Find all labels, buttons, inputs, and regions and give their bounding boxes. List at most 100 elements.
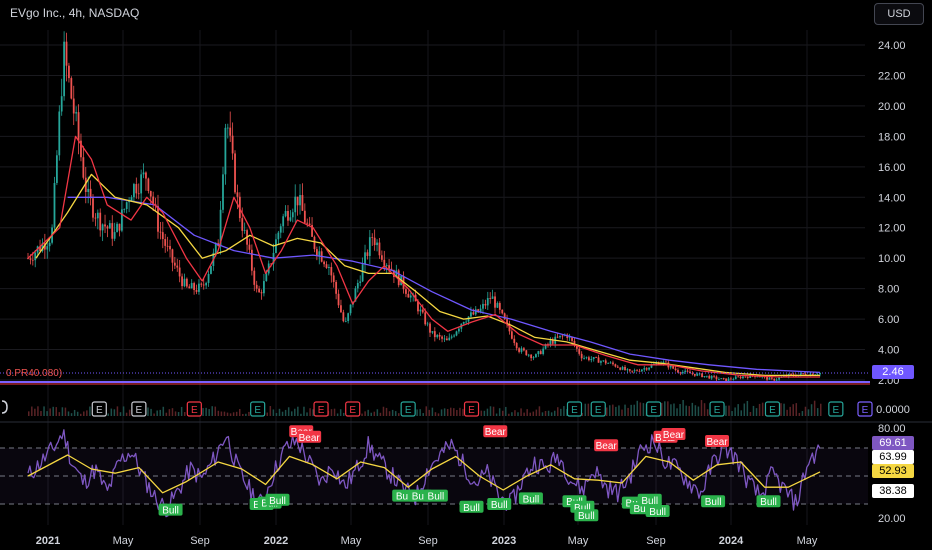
volume-bar xyxy=(208,409,210,416)
volume-bar xyxy=(79,413,82,416)
candle-body xyxy=(674,368,677,371)
candle-body xyxy=(619,367,622,370)
earnings-marker-label: E xyxy=(136,405,143,416)
candle-body xyxy=(296,196,299,206)
candle-body xyxy=(342,312,345,322)
candle-body xyxy=(705,375,708,377)
candle-body xyxy=(501,309,504,314)
candle-body xyxy=(600,361,602,363)
earnings-marker-label: E xyxy=(650,405,657,416)
candle-body xyxy=(602,360,605,362)
candle-body xyxy=(708,375,711,379)
candle-body xyxy=(590,359,593,361)
candle-body xyxy=(669,365,672,368)
price-chart[interactable]: 24.00 22.00 20.00 18.00 16.00 14.00 12.00 10.00… xyxy=(0,0,932,550)
volume-bar xyxy=(370,412,372,416)
volume-bar xyxy=(505,406,507,416)
chart-title[interactable]: EVgo Inc., 4h, NASDAQ xyxy=(10,6,139,20)
earnings-marker-label: E xyxy=(191,405,198,416)
volume-bar xyxy=(725,405,727,416)
volume-bar xyxy=(330,409,333,416)
volume-bar xyxy=(697,406,700,416)
candle-body xyxy=(580,353,583,359)
volume-bar xyxy=(235,411,238,416)
volume-bar xyxy=(28,411,30,416)
volume-bar xyxy=(425,406,428,416)
volume-bar xyxy=(242,413,244,416)
candle-body xyxy=(111,223,114,239)
candle-body xyxy=(118,223,121,231)
earnings-marker-label: E xyxy=(96,405,103,416)
candle-body xyxy=(677,370,679,373)
volume-bar xyxy=(46,411,48,416)
volume-bar xyxy=(379,412,382,416)
candle-body xyxy=(123,209,126,210)
candle-body xyxy=(407,293,410,298)
candle-body xyxy=(462,321,465,324)
candle-body xyxy=(597,357,600,363)
candle-body xyxy=(713,375,715,377)
volume-bar xyxy=(480,410,483,416)
candle-body xyxy=(624,366,626,371)
volume-bar xyxy=(492,406,495,416)
candle-body xyxy=(137,193,140,195)
candle-body xyxy=(63,41,66,97)
candle-body xyxy=(773,378,776,381)
indicator-overlay-label: 0.PR40.080) xyxy=(6,368,63,379)
candle-body xyxy=(190,283,193,289)
candle-body xyxy=(205,282,208,286)
volume-bar xyxy=(37,406,39,416)
candle-body xyxy=(366,252,369,256)
volume-bar xyxy=(517,412,519,416)
currency-button[interactable]: USD xyxy=(874,3,924,25)
candle-body xyxy=(734,376,737,380)
volume-bar xyxy=(272,409,275,416)
candle-body xyxy=(498,303,501,310)
candle-body xyxy=(318,251,321,256)
bull-label-text: Bull xyxy=(523,494,540,505)
candle-body xyxy=(106,226,109,229)
volume-bar xyxy=(688,406,691,416)
candle-body xyxy=(356,283,359,289)
candle-body xyxy=(161,232,164,240)
volume-bar xyxy=(630,404,632,416)
volume-bar xyxy=(755,408,758,416)
candle-body xyxy=(222,174,224,210)
candle-body xyxy=(578,348,581,354)
volume-bar xyxy=(294,408,296,416)
candle-body xyxy=(380,255,383,260)
volume-bar xyxy=(627,407,629,416)
volume-bar xyxy=(183,412,186,416)
bull-label-text: Bull xyxy=(428,492,445,503)
time-tick-label: Sep xyxy=(646,535,666,547)
volume-bar xyxy=(70,413,73,416)
bull-label-text: Bull xyxy=(463,503,480,514)
volume-bar xyxy=(31,406,33,416)
candle-body xyxy=(744,376,747,378)
volume-bar xyxy=(667,401,669,416)
candle-body xyxy=(486,298,489,306)
candle-body xyxy=(790,373,793,375)
volume-bar xyxy=(373,411,376,416)
candle-body xyxy=(82,157,85,178)
volume-bar xyxy=(820,403,822,416)
candle-body xyxy=(518,348,520,352)
candle-body xyxy=(368,237,371,256)
volume-bar xyxy=(159,409,161,416)
candle-body xyxy=(344,321,347,322)
candle-body xyxy=(383,259,386,266)
candle-body xyxy=(96,212,99,219)
bull-label-text: Bull xyxy=(269,496,286,507)
bull-label-text: Bull xyxy=(705,497,722,508)
volume-bar xyxy=(398,413,400,416)
price-axis[interactable]: 24.00 22.00 20.00 18.00 16.00 14.00 12.00 10.00… xyxy=(878,40,906,387)
candle-body xyxy=(583,357,585,359)
volume-bar xyxy=(615,406,617,416)
candle-body xyxy=(648,367,650,370)
volume-bar xyxy=(284,409,287,416)
volume-bar xyxy=(122,406,125,416)
candle-body xyxy=(426,323,429,325)
time-axis[interactable]: 2021 May Sep 2022 May Sep 2023 May Sep 2024 May xyxy=(36,535,818,547)
candle-body xyxy=(75,112,78,114)
bracket-icon[interactable] xyxy=(0,399,10,415)
